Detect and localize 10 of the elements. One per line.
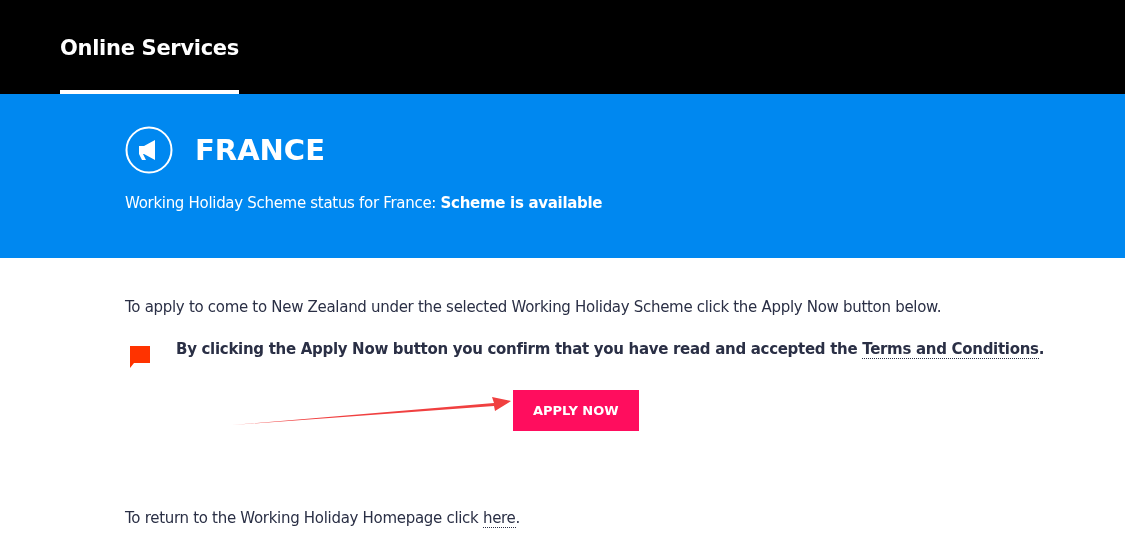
apply-now-button[interactable]: APPLY NOW (513, 390, 639, 431)
return-text: To return to the Working Holiday Homepage click here. (125, 509, 521, 527)
scheme-status: Working Holiday Scheme status for France: Scheme is available (125, 194, 604, 212)
intro-text: To apply to come to New Zealand under the selected Working Holiday Scheme click the Apply Now button below. (125, 298, 943, 316)
homepage-link[interactable]: here (482, 509, 516, 528)
terms-notice: By clicking the Apply Now button you confirm that you have read and accepted the Terms and Conditions. (176, 340, 1045, 358)
flag-icon (130, 346, 150, 368)
country-title: FRANCE (195, 133, 325, 167)
terms-link[interactable]: Terms and Conditions (862, 340, 1039, 359)
megaphone-icon (125, 126, 173, 174)
